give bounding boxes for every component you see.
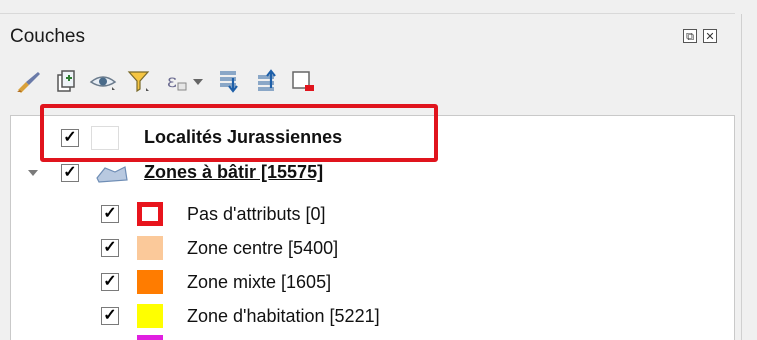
layer-row[interactable]: ✓ Zones à bâtir [15575] [11, 158, 734, 188]
collapse-all-icon[interactable] [252, 66, 282, 96]
close-panel-icon[interactable]: ✕ [703, 29, 717, 43]
visibility-eye-icon[interactable] [88, 66, 118, 96]
expand-all-icon[interactable] [214, 66, 244, 96]
legend-swatch [137, 304, 163, 328]
legend-swatch [137, 202, 163, 226]
legend-item[interactable]: ✓ Pas d'attributs [0] [11, 199, 734, 229]
legend-checkbox[interactable]: ✓ [101, 239, 119, 257]
legend-label: Pas d'attributs [0] [187, 204, 326, 224]
svg-text:ε: ε [167, 70, 177, 92]
collapse-arrow-icon[interactable] [27, 167, 39, 179]
polygon-layer-icon [96, 166, 128, 183]
highlight-annotation-box [40, 104, 438, 162]
legend-checkbox[interactable]: ✓ [101, 307, 119, 325]
panel-top-border [0, 13, 735, 14]
panel-splitter[interactable] [735, 0, 757, 340]
legend-swatch [137, 270, 163, 294]
float-panel-icon[interactable]: ⧉ [683, 29, 697, 43]
remove-layer-icon[interactable] [288, 66, 318, 96]
legend-label: Zone centre [5400] [187, 238, 339, 258]
legend-item[interactable]: ✓ Zone d'habitation [5221] [11, 301, 734, 331]
add-group-icon[interactable] [50, 66, 80, 96]
expression-filter-icon[interactable]: ε [162, 66, 192, 96]
legend-item[interactable]: ✓ Zone centre [5400] [11, 233, 734, 263]
panel-title: Couches [10, 26, 85, 47]
legend-checkbox[interactable]: ✓ [101, 205, 119, 223]
legend-swatch-partial [137, 335, 163, 340]
legend-checkbox[interactable]: ✓ [101, 273, 119, 291]
style-brush-icon[interactable] [14, 66, 44, 96]
splitter-line [741, 14, 742, 340]
legend-label: Zone mixte [1605] [187, 272, 332, 292]
filter-legend-icon[interactable] [124, 66, 154, 96]
legend-swatch [137, 236, 163, 260]
legend-label: Zone d'habitation [5221] [187, 306, 380, 326]
chevron-down-icon[interactable] [190, 66, 206, 96]
layers-panel: Couches ⧉ ✕ ε ✓ Localités Jurassiennes ✓… [0, 0, 735, 340]
layer-visibility-checkbox[interactable]: ✓ [61, 164, 79, 182]
layer-name: Zones à bâtir [15575] [144, 162, 324, 182]
legend-item[interactable]: ✓ Zone mixte [1605] [11, 267, 734, 297]
